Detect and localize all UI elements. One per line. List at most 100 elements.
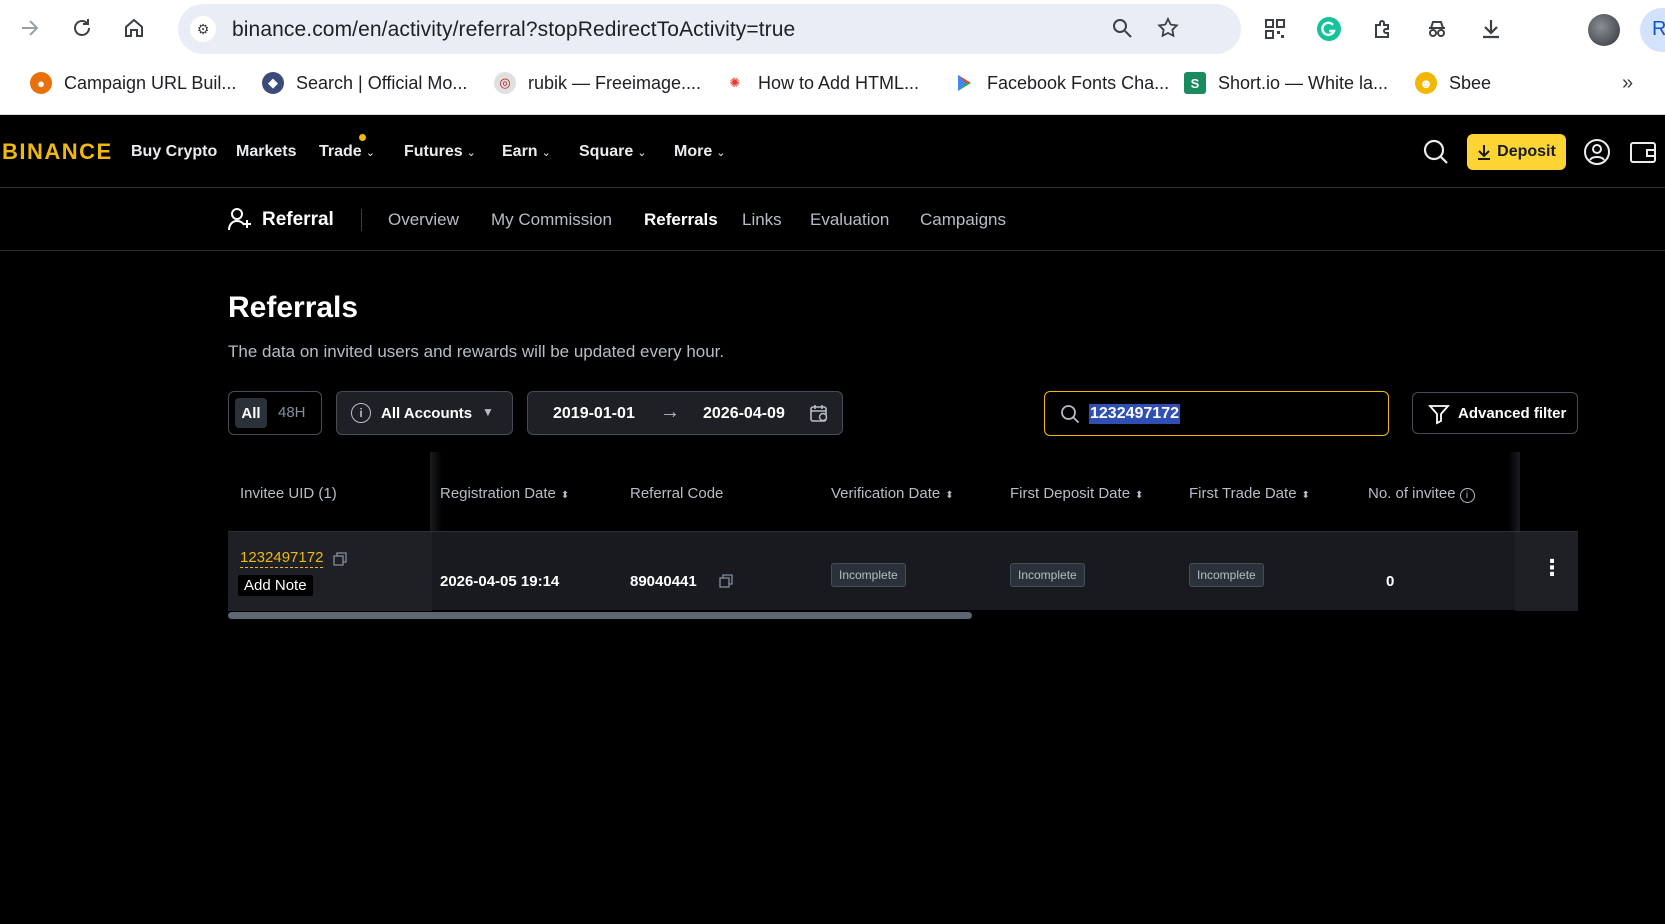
- referral-title: Referral: [262, 209, 334, 230]
- tab-referrals[interactable]: Referrals: [644, 210, 718, 230]
- tab-evaluation[interactable]: Evaluation: [810, 210, 889, 230]
- search-input-value[interactable]: 1232497172: [1089, 404, 1180, 424]
- row-actions-cell: ⋮: [1515, 532, 1578, 611]
- profile-avatar[interactable]: [1588, 14, 1620, 46]
- account-select[interactable]: i All Accounts ▼: [336, 391, 513, 435]
- extensions-icon[interactable]: [1368, 14, 1398, 44]
- column-header-referral-code: Referral Code: [630, 485, 724, 502]
- bookmarks-bar: ● Campaign URL Buil... ◆ Search | Offici…: [0, 64, 1665, 104]
- search-favicon-icon: ◆: [262, 72, 284, 94]
- page-title: Referrals: [228, 291, 359, 324]
- info-icon: i: [351, 403, 371, 423]
- profile-button[interactable]: R: [1640, 8, 1665, 52]
- reload-icon[interactable]: [64, 10, 100, 46]
- bookmark-star-icon[interactable]: [1156, 16, 1180, 46]
- rubik-favicon-icon: ◎: [494, 72, 516, 94]
- column-header-first-trade-date[interactable]: First Trade Date ⬍: [1189, 485, 1310, 502]
- nav-square[interactable]: Square ⌄: [579, 143, 646, 161]
- invitee-count-cell: 0: [1386, 573, 1395, 590]
- nav-buy-crypto[interactable]: Buy Crypto: [131, 143, 217, 161]
- column-header-verification-date[interactable]: Verification Date ⬍: [831, 485, 954, 502]
- date-end[interactable]: 2026-04-09: [703, 405, 785, 423]
- tab-overview[interactable]: Overview: [388, 210, 459, 230]
- calendar-icon[interactable]: [809, 403, 829, 423]
- referral-subnav: Referral Overview My Commission Referral…: [0, 189, 1665, 251]
- verification-status-badge: Incomplete: [831, 563, 906, 587]
- add-user-icon: [227, 206, 253, 232]
- copy-icon[interactable]: [333, 552, 347, 566]
- incognito-icon[interactable]: [1422, 14, 1452, 44]
- binance-header: BINANCE Buy Crypto Markets Trade ⌄ Future…: [0, 115, 1665, 188]
- bookmark-campaign-url[interactable]: ● Campaign URL Buil...: [30, 72, 236, 94]
- sort-icon[interactable]: ⬍: [1302, 490, 1310, 501]
- registration-date-cell: 2026-04-05 19:14: [440, 573, 560, 590]
- wallet-icon[interactable]: [1628, 137, 1658, 167]
- bookmark-shortio[interactable]: S Short.io — White la...: [1184, 72, 1388, 94]
- invitee-uid-link[interactable]: 1232497172: [240, 549, 324, 568]
- bookmarks-overflow-icon[interactable]: »: [1622, 72, 1633, 95]
- campaign-favicon-icon: ●: [30, 72, 52, 94]
- nav-futures[interactable]: Futures ⌄: [404, 143, 476, 161]
- column-header-registration-date[interactable]: Registration Date ⬍: [440, 485, 569, 502]
- uid-search-input[interactable]: 1232497172: [1044, 391, 1389, 436]
- first-deposit-status-badge: Incomplete: [1010, 563, 1085, 587]
- filter-funnel-icon: [1427, 402, 1451, 426]
- bookmark-search-official[interactable]: ◆ Search | Official Mo...: [262, 72, 467, 94]
- download-icon: [1478, 145, 1491, 160]
- advanced-filter-label: Advanced filter: [1458, 405, 1567, 422]
- bookmark-facebook-fonts[interactable]: Facebook Fonts Cha...: [953, 72, 1169, 94]
- advanced-filter-button[interactable]: Advanced filter: [1412, 392, 1578, 434]
- forward-icon[interactable]: [12, 10, 48, 46]
- nav-earn[interactable]: Earn ⌄: [502, 143, 551, 161]
- arrow-right-icon: →: [660, 401, 680, 423]
- sort-icon[interactable]: ⬍: [1135, 490, 1143, 501]
- binance-logo[interactable]: BINANCE: [2, 139, 113, 165]
- tab-my-commission[interactable]: My Commission: [491, 210, 612, 230]
- subnav-divider: [361, 209, 362, 231]
- bookmark-html[interactable]: ✺ How to Add HTML...: [724, 72, 919, 94]
- column-header-invitee-uid: Invitee UID (1): [240, 485, 337, 502]
- bookmark-rubik[interactable]: ◎ rubik — Freeimage....: [494, 72, 701, 94]
- site-settings-icon[interactable]: ⚙: [190, 16, 216, 42]
- period-all-button[interactable]: All: [235, 398, 267, 428]
- nav-markets[interactable]: Markets: [236, 143, 296, 161]
- table-row: 1232497172 Add Note 2026-04-05 19:14 890…: [228, 531, 1578, 611]
- url-text[interactable]: binance.com/en/activity/referral?stopRed…: [232, 18, 795, 42]
- download-icon[interactable]: [1476, 14, 1506, 44]
- chevron-down-icon: ⌄: [637, 146, 647, 159]
- qr-code-icon[interactable]: [1260, 14, 1290, 44]
- sort-icon[interactable]: ⬍: [561, 490, 569, 501]
- column-header-no-of-invitee: No. of invitee i: [1368, 485, 1475, 503]
- tab-campaigns[interactable]: Campaigns: [920, 210, 1006, 230]
- period-48h-button[interactable]: 48H: [278, 404, 306, 421]
- date-start[interactable]: 2019-01-01: [553, 405, 635, 423]
- page-subtitle: The data on invited users and rewards wi…: [228, 342, 725, 361]
- period-toggle: All 48H: [228, 391, 322, 435]
- sort-icon[interactable]: ⬍: [945, 490, 953, 501]
- add-note-button[interactable]: Add Note: [238, 575, 313, 596]
- sbee-favicon-icon: ☻: [1415, 72, 1437, 94]
- tab-links[interactable]: Links: [742, 210, 782, 230]
- grammarly-icon[interactable]: [1314, 14, 1344, 44]
- home-icon[interactable]: [116, 10, 152, 46]
- nav-trade[interactable]: Trade ⌄: [319, 143, 375, 161]
- address-bar[interactable]: ⚙ binance.com/en/activity/referral?stopR…: [178, 4, 1241, 54]
- bookmark-sbee[interactable]: ☻ Sbee: [1415, 72, 1491, 94]
- more-vertical-icon[interactable]: ⋮: [1541, 557, 1563, 579]
- chevron-down-icon: ⌄: [365, 146, 375, 159]
- info-icon[interactable]: i: [1459, 488, 1475, 503]
- deposit-button[interactable]: Deposit: [1467, 134, 1566, 170]
- date-range-picker[interactable]: 2019-01-01 → 2026-04-09: [527, 391, 843, 435]
- nav-more[interactable]: More ⌄: [674, 143, 725, 161]
- horizontal-scrollbar-thumb[interactable]: [228, 612, 972, 619]
- zoom-icon[interactable]: [1110, 16, 1134, 46]
- html-favicon-icon: ✺: [724, 72, 746, 94]
- column-header-first-deposit-date[interactable]: First Deposit Date ⬍: [1010, 485, 1143, 502]
- browser-chrome: ⚙ binance.com/en/activity/referral?stopR…: [0, 0, 1665, 115]
- trade-notification-dot: [359, 134, 366, 141]
- chevron-down-icon: ⌄: [541, 146, 551, 159]
- user-account-icon[interactable]: [1582, 137, 1612, 167]
- chevron-down-icon: ⌄: [466, 146, 476, 159]
- search-icon[interactable]: [1421, 137, 1451, 167]
- copy-icon[interactable]: [719, 574, 733, 588]
